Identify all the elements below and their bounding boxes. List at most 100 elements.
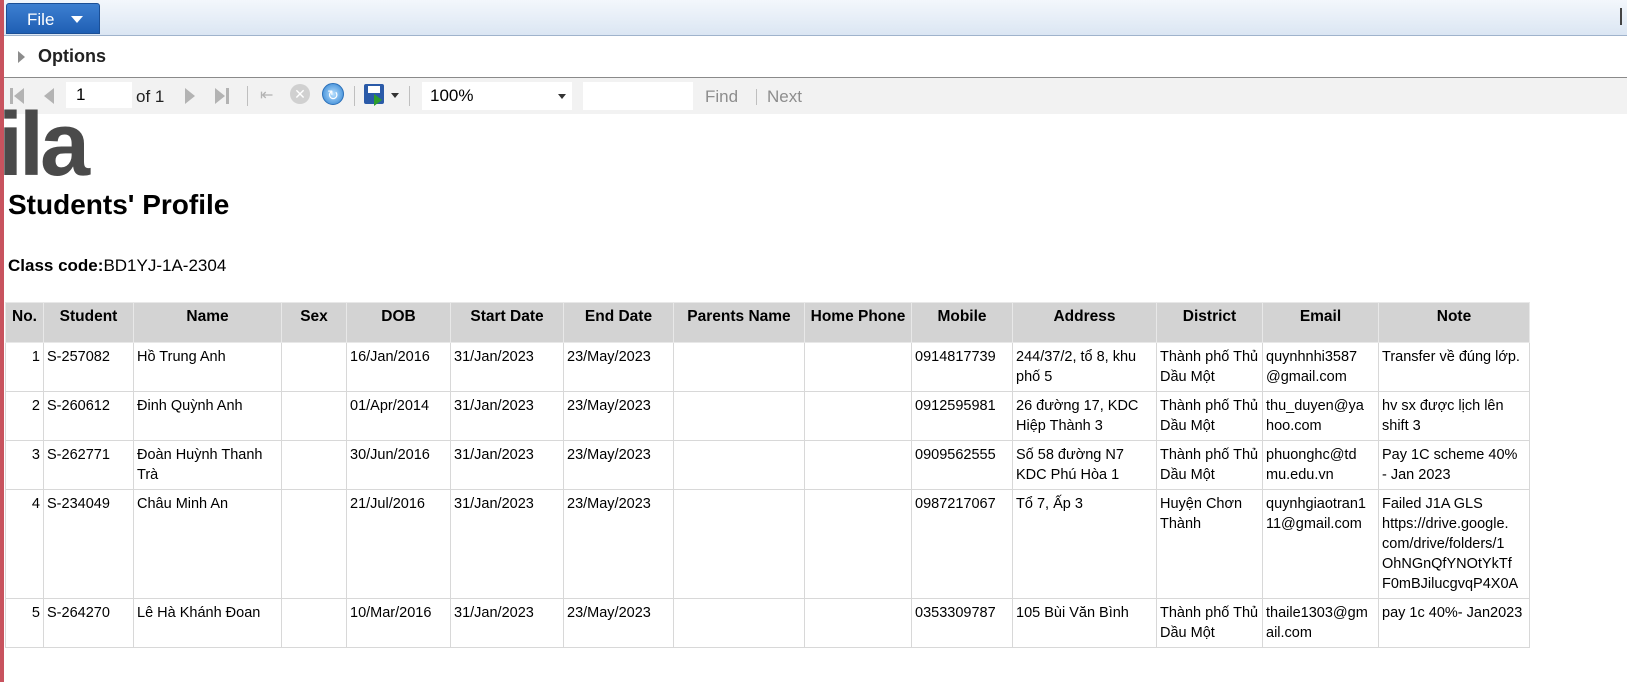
column-header[interactable]: Name	[133, 302, 282, 343]
column-header[interactable]: Email	[1262, 302, 1379, 343]
options-panel[interactable]: Options	[4, 36, 1627, 78]
find-next-link[interactable]: Next	[767, 87, 802, 107]
table-cell: pay 1c 40%- Jan2023	[1378, 598, 1530, 648]
table-cell: 1	[5, 342, 44, 392]
table-cell: Thành phố Thủ Dầu Một	[1156, 440, 1263, 490]
expand-arrow-icon[interactable]	[18, 51, 25, 63]
chevron-down-icon	[558, 94, 566, 99]
toolbar-separator	[409, 86, 410, 106]
table-cell: Số 58 đường N7 KDC Phú Hòa 1	[1012, 440, 1157, 490]
table-cell: Lê Hà Khánh Đoan	[133, 598, 282, 648]
options-label[interactable]: Options	[38, 46, 106, 67]
column-header[interactable]: DOB	[346, 302, 451, 343]
table-cell: 01/Apr/2014	[346, 391, 451, 441]
table-cell	[804, 440, 912, 490]
table-cell	[804, 342, 912, 392]
table-cell: 4	[5, 489, 44, 599]
table-cell: 26 đường 17, KDC Hiệp Thành 3	[1012, 391, 1157, 441]
table-cell: S-260612	[43, 391, 134, 441]
column-header[interactable]: Home Phone	[804, 302, 912, 343]
table-cell: Hồ Trung Anh	[133, 342, 282, 392]
table-cell	[673, 598, 805, 648]
table-cell: 23/May/2023	[563, 489, 674, 599]
table-cell: 105 Bùi Văn Bình	[1012, 598, 1157, 648]
table-cell: 31/Jan/2023	[450, 489, 564, 599]
column-header[interactable]: Address	[1012, 302, 1157, 343]
table-cell: 30/Jun/2016	[346, 440, 451, 490]
table-cell: 23/May/2023	[563, 440, 674, 490]
table-cell: 31/Jan/2023	[450, 440, 564, 490]
table-cell: 10/Mar/2016	[346, 598, 451, 648]
column-header[interactable]: Mobile	[911, 302, 1013, 343]
table-cell: S-234049	[43, 489, 134, 599]
column-header[interactable]: Sex	[281, 302, 347, 343]
table-cell: 0909562555	[911, 440, 1013, 490]
table-cell	[673, 489, 805, 599]
report-title: Students' Profile	[8, 189, 230, 220]
ila-logo: ila	[0, 95, 90, 195]
table-cell	[281, 440, 347, 490]
table-cell: Pay 1C scheme 40% - Jan 2023	[1378, 440, 1530, 490]
table-cell: Đoàn Huỳnh Thanh Trà	[133, 440, 282, 490]
table-row: 2 S-260612 Đinh Quỳnh Anh 01/Apr/2014 31…	[5, 391, 1530, 441]
table-cell: Huyện Chơn Thành	[1156, 489, 1263, 599]
menu-bar: File	[4, 0, 1627, 36]
table-cell: S-257082	[43, 342, 134, 392]
column-header[interactable]: Parents Name	[673, 302, 805, 343]
refresh-icon[interactable]: ↻	[322, 83, 344, 105]
export-dropdown-icon[interactable]	[391, 93, 399, 98]
column-header[interactable]: Student	[43, 302, 134, 343]
class-code: Class code:BD1YJ-1A-2304	[8, 256, 226, 276]
table-row: 3 S-262771 Đoàn Huỳnh Thanh Trà 30/Jun/2…	[5, 440, 1530, 490]
table-cell	[281, 489, 347, 599]
class-code-value: BD1YJ-1A-2304	[103, 256, 227, 275]
file-menu-button[interactable]: File	[6, 3, 100, 34]
students-table: No. Student Name Sex DOB Start Date End …	[5, 302, 1530, 648]
table-cell: 244/37/2, tổ 8, khu phố 5	[1012, 342, 1157, 392]
table-cell: 16/Jan/2016	[346, 342, 451, 392]
column-header[interactable]: Start Date	[450, 302, 564, 343]
find-link[interactable]: Find	[705, 87, 738, 107]
column-header[interactable]: No.	[5, 302, 44, 343]
table-cell: Transfer về đúng lớp.	[1378, 342, 1530, 392]
table-cell: hv sx được lịch lên shift 3	[1378, 391, 1530, 441]
table-cell: 21/Jul/2016	[346, 489, 451, 599]
stop-icon[interactable]: ✕	[290, 84, 310, 104]
column-header[interactable]: End Date	[563, 302, 674, 343]
export-save-icon[interactable]	[364, 84, 384, 106]
table-row: 4 S-234049 Châu Minh An 21/Jul/2016 31/J…	[5, 489, 1530, 599]
table-row: 1 S-257082 Hồ Trung Anh 16/Jan/2016 31/J…	[5, 342, 1530, 392]
table-cell	[804, 391, 912, 441]
table-cell	[804, 489, 912, 599]
table-cell: 31/Jan/2023	[450, 598, 564, 648]
table-cell: Thành phố Thủ Dầu Một	[1156, 598, 1263, 648]
column-header[interactable]: District	[1156, 302, 1263, 343]
back-to-parent-icon[interactable]: ⇤	[260, 85, 273, 105]
table-cell	[281, 391, 347, 441]
table-cell: 31/Jan/2023	[450, 342, 564, 392]
table-cell: 23/May/2023	[563, 342, 674, 392]
table-cell: Tổ 7, Ấp 3	[1012, 489, 1157, 599]
find-text-input[interactable]	[583, 82, 693, 110]
table-cell: thaile1303@gm ail.com	[1262, 598, 1379, 648]
toolbar-separator	[247, 86, 248, 106]
table-cell: Đinh Quỳnh Anh	[133, 391, 282, 441]
table-cell	[673, 342, 805, 392]
chevron-down-icon	[71, 16, 83, 23]
table-cell: 5	[5, 598, 44, 648]
table-cell: 2	[5, 391, 44, 441]
window-edge-marker	[1620, 8, 1622, 25]
report-toolbar: 1 of 1 ⇤ ✕ ↻ 100% Find Next	[4, 78, 1627, 114]
table-cell: phuonghc@td mu.edu.vn	[1262, 440, 1379, 490]
table-row: 5 S-264270 Lê Hà Khánh Đoan 10/Mar/2016 …	[5, 598, 1530, 648]
table-cell: 23/May/2023	[563, 391, 674, 441]
zoom-select[interactable]: 100%	[422, 82, 572, 110]
table-cell	[804, 598, 912, 648]
table-cell	[281, 598, 347, 648]
file-menu-label: File	[27, 10, 55, 29]
table-cell: S-262771	[43, 440, 134, 490]
table-cell	[281, 342, 347, 392]
table-cell	[673, 440, 805, 490]
column-header[interactable]: Note	[1378, 302, 1530, 343]
toolbar-separator	[354, 86, 355, 106]
